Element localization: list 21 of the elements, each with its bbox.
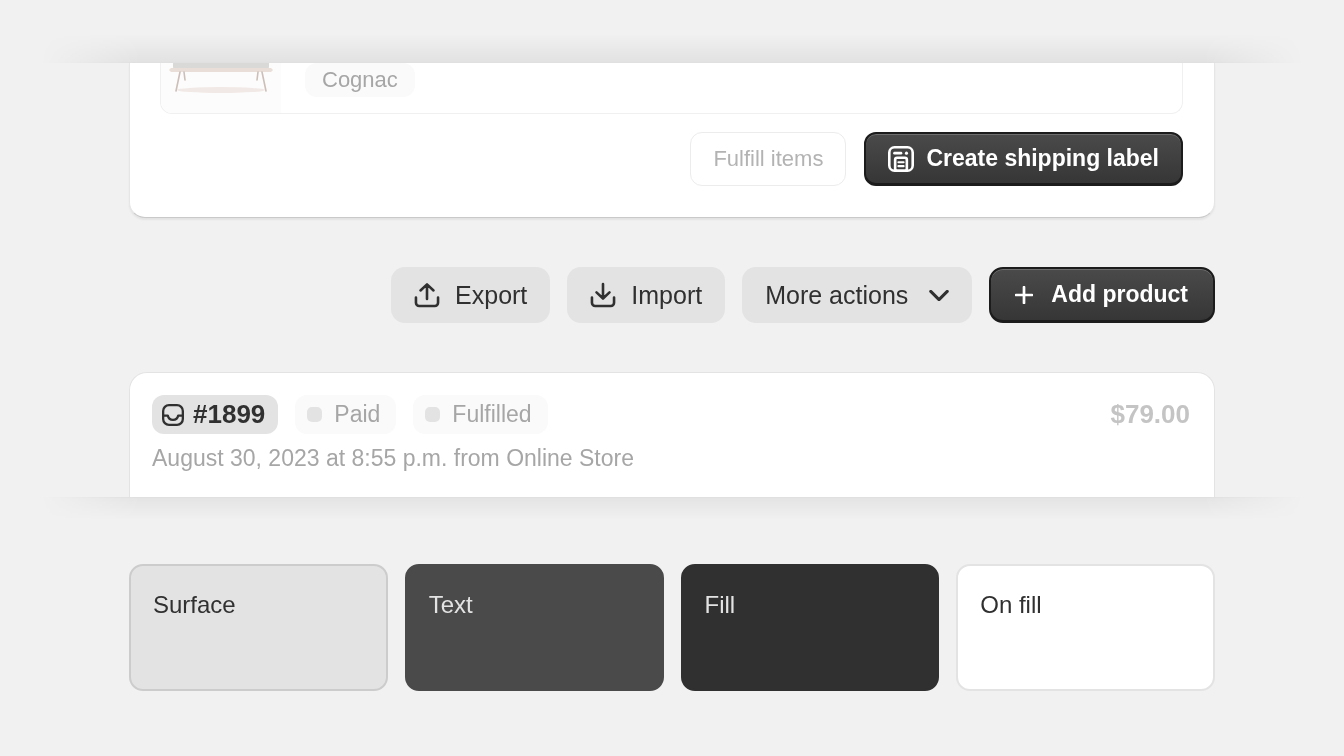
order-total: $79.00: [1110, 399, 1190, 430]
dropdown-button[interactable]: More actions: [742, 267, 973, 323]
add-button[interactable]: Add product: [989, 267, 1215, 323]
swatch-label: On fill: [980, 591, 1042, 619]
order-meta: August 30, 2023 at 8:55 p.m. from Online Store: [152, 444, 635, 472]
swatch-label: Fill: [704, 591, 736, 619]
upload-button[interactable]: Export: [391, 267, 551, 323]
inbox-icon: [162, 403, 184, 426]
status-label: Fulfilled: [452, 401, 532, 428]
variant-badge: Cognac: [305, 63, 415, 97]
plus-icon: [1015, 285, 1034, 304]
download-icon: [590, 282, 617, 308]
swatch-label: Surface: [153, 591, 236, 619]
swatch-label: Text: [428, 591, 473, 619]
chevron-down-icon: [929, 289, 950, 301]
download-button[interactable]: Import: [567, 267, 726, 323]
primary-button[interactable]: Create shipping label: [864, 132, 1183, 186]
label-icon: [888, 145, 915, 172]
status-label: Paid: [334, 401, 381, 428]
upload-icon: [414, 282, 441, 308]
order-number: #1899: [193, 399, 266, 430]
